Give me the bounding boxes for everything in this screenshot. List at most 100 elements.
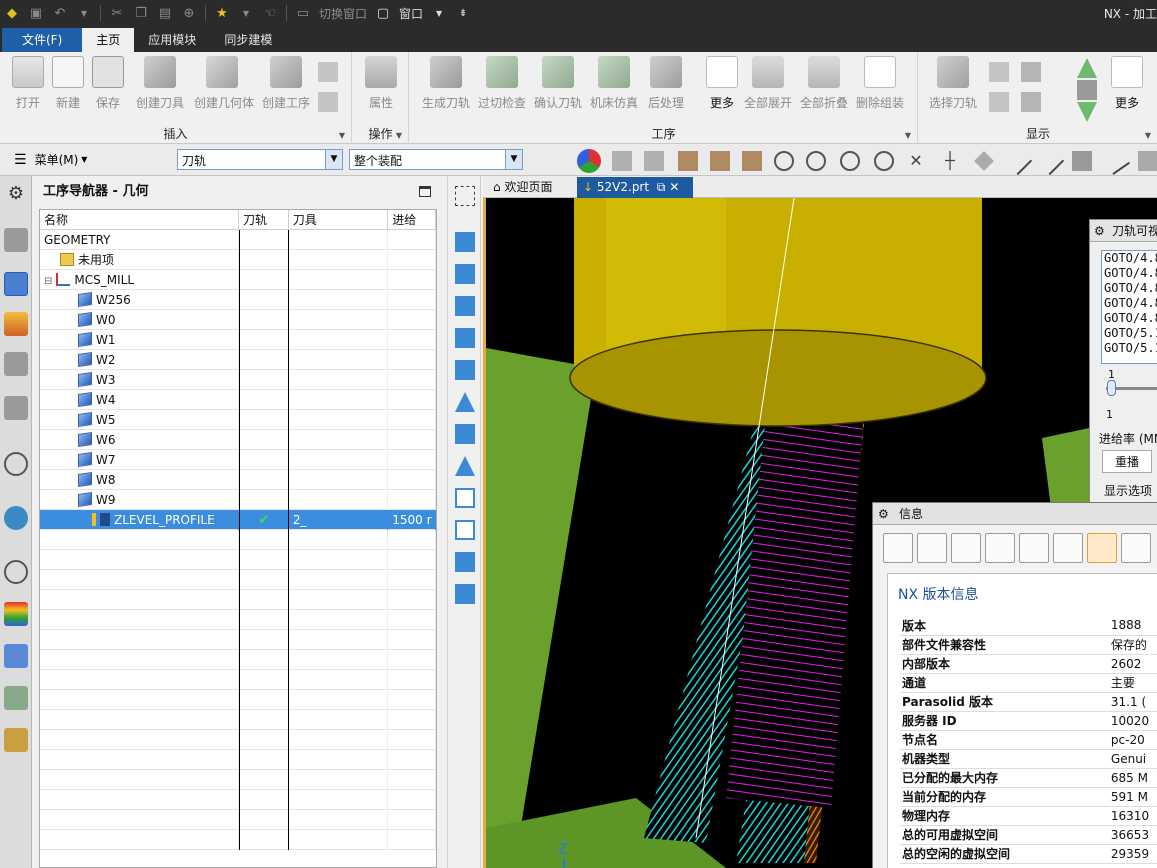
goto-line[interactable]: GOTO/5.1 <box>1102 341 1157 356</box>
machine-sim-button[interactable]: 机床仿真 <box>586 56 642 112</box>
switch-window-label[interactable]: 切换窗口 <box>319 5 367 22</box>
fit-view-icon[interactable] <box>455 186 475 206</box>
point-snap-icon-3[interactable] <box>840 151 860 171</box>
dialog-title-bar[interactable]: ⚙ 刀轨可视 <box>1090 220 1157 242</box>
copy-icon[interactable]: ❐ <box>132 4 150 22</box>
face-icon[interactable] <box>710 151 730 171</box>
expand-all-button[interactable]: 全部展开 <box>740 56 796 112</box>
more-snap-icon[interactable] <box>1138 151 1157 171</box>
insert-extra-icon-2[interactable] <box>318 92 338 112</box>
cut-icon[interactable]: ✂ <box>108 4 126 22</box>
info-title-bar[interactable]: ⚙ 信息 <box>873 503 1157 525</box>
display-icon-1[interactable] <box>989 62 1009 82</box>
create-operation-button[interactable]: 创建工序 <box>258 56 314 112</box>
roles-icon[interactable] <box>4 644 28 668</box>
view-icon-7[interactable] <box>455 424 475 444</box>
display-icon-2[interactable] <box>989 92 1009 112</box>
cut-icon[interactable] <box>951 533 981 563</box>
column-name[interactable]: 名称 <box>40 210 239 229</box>
tree-row-workpiece[interactable]: W2 <box>40 350 436 370</box>
tree-row-workpiece[interactable]: W9 <box>40 490 436 510</box>
arrow-down-icon[interactable] <box>1077 102 1097 122</box>
view-icon-1[interactable] <box>455 232 475 252</box>
maximize-icon[interactable] <box>419 186 431 197</box>
history-icon[interactable] <box>4 452 28 476</box>
undo-dropdown-icon[interactable]: ▼ <box>75 4 93 22</box>
operation-navigator-icon[interactable] <box>4 272 28 296</box>
machining-feature-icon[interactable] <box>4 352 28 376</box>
type-filter-select[interactable]: 刀轨 ▼ <box>177 149 343 170</box>
toolpath-goto-list[interactable]: GOTO/4.8 GOTO/4.8 GOTO/4.8 GOTO/4.8 GOTO… <box>1101 250 1157 364</box>
switch-window-icon[interactable]: ▭ <box>294 4 312 22</box>
tab-welcome-page[interactable]: ⌂ 欢迎页面 <box>487 177 558 198</box>
generate-toolpath-button[interactable]: 生成刀轨 <box>418 56 474 112</box>
star-dropdown-icon[interactable]: ▼ <box>237 4 255 22</box>
line-snap-icon-1[interactable] <box>1003 146 1033 176</box>
clock-icon[interactable] <box>4 560 28 584</box>
column-feed[interactable]: 进给 <box>388 210 436 229</box>
snap-grid-icon-2[interactable] <box>644 151 664 171</box>
line-snap-icon-2[interactable] <box>1035 146 1065 176</box>
save-icon[interactable] <box>883 533 913 563</box>
view-icon-9[interactable] <box>455 488 475 508</box>
target-icon[interactable] <box>1087 533 1117 563</box>
tree-row-workpiece[interactable]: W7 <box>40 450 436 470</box>
display-options-label[interactable]: 显示选项 <box>1104 482 1152 499</box>
gear-icon[interactable]: ⚙ <box>1094 220 1105 242</box>
tab-synchronous-modeling[interactable]: 同步建模 <box>210 28 286 52</box>
tree-row-geometry[interactable]: GEOMETRY <box>40 230 436 250</box>
view-icon-4[interactable] <box>455 328 475 348</box>
verify-toolpath-button[interactable]: 确认刀轨 <box>530 56 586 112</box>
tree-row-mcs-mill[interactable]: ⊟ MCS_MILL <box>40 270 436 290</box>
insert-extra-icon-1[interactable] <box>318 62 338 82</box>
chevron-down-icon[interactable]: ▼ <box>325 150 342 169</box>
goto-line[interactable]: GOTO/4.8 <box>1102 251 1157 266</box>
speed-slider-thumb[interactable] <box>1107 380 1116 396</box>
group-operation-more-icon[interactable]: ▼ <box>905 131 911 140</box>
arrow-up-icon[interactable] <box>1077 58 1097 78</box>
window-dropdown-icon[interactable]: ▼ <box>430 4 448 22</box>
point-snap-icon-4[interactable] <box>874 151 894 171</box>
tree-row-workpiece[interactable]: W6 <box>40 430 436 450</box>
tab-replay[interactable]: 重播 <box>1102 450 1153 473</box>
view-icon-6[interactable] <box>455 392 475 412</box>
clear-icon[interactable] <box>1053 533 1083 563</box>
create-tool-button[interactable]: 创建刀具 <box>132 56 188 112</box>
surface-snap-icon[interactable] <box>1072 151 1092 171</box>
tree-row-workpiece[interactable]: W1 <box>40 330 436 350</box>
tree-row-workpiece[interactable]: W4 <box>40 390 436 410</box>
chevron-down-icon[interactable]: ▼ <box>505 150 522 169</box>
print-icon[interactable] <box>917 533 947 563</box>
machine-tool-navigator-icon[interactable] <box>4 312 28 336</box>
web-browser-icon[interactable] <box>4 506 28 530</box>
goto-line[interactable]: GOTO/4.8 <box>1102 266 1157 281</box>
settings-gear-icon[interactable]: ⚙ <box>4 182 28 206</box>
tree-row-workpiece[interactable]: W8 <box>40 470 436 490</box>
delete-group-button[interactable]: 删除组装 <box>852 56 908 112</box>
tree-row-workpiece[interactable]: W3 <box>40 370 436 390</box>
goto-line[interactable]: GOTO/4.8 <box>1102 311 1157 326</box>
create-geometry-button[interactable]: 创建几何体 <box>194 56 254 112</box>
column-toolpath[interactable]: 刀轨 <box>239 210 289 229</box>
properties-button[interactable]: 属性 <box>353 56 409 112</box>
tools-icon[interactable] <box>4 686 28 710</box>
save-button[interactable]: 保存 <box>80 56 136 112</box>
star-icon[interactable]: ★ <box>213 4 231 22</box>
tab-part-file[interactable]: ↓ 52V2.prt ⧉ ✕ <box>577 177 693 198</box>
view-icon-11[interactable] <box>455 552 475 572</box>
intersection-icon[interactable]: ✕ <box>906 151 926 171</box>
display-icon-3[interactable] <box>1021 62 1041 82</box>
view-icon-8[interactable] <box>455 456 475 476</box>
copy-icon[interactable] <box>985 533 1015 563</box>
column-tool[interactable]: 刀具 <box>289 210 389 229</box>
stack-icon[interactable] <box>1077 80 1097 100</box>
tree-row-workpiece[interactable]: W5 <box>40 410 436 430</box>
goto-line[interactable]: GOTO/4.8 <box>1102 281 1157 296</box>
view-icon-5[interactable] <box>455 360 475 380</box>
collapse-all-button[interactable]: 全部折叠 <box>796 56 852 112</box>
part-navigator-icon[interactable] <box>4 396 28 420</box>
undo-icon[interactable]: ↶ <box>51 4 69 22</box>
point-snap-icon-2[interactable] <box>806 151 826 171</box>
paste-icon[interactable]: ▤ <box>156 4 174 22</box>
tree-row-operation-selected[interactable]: ZLEVEL_PROFILE ✔ 2_ 1500 r <box>40 510 436 530</box>
